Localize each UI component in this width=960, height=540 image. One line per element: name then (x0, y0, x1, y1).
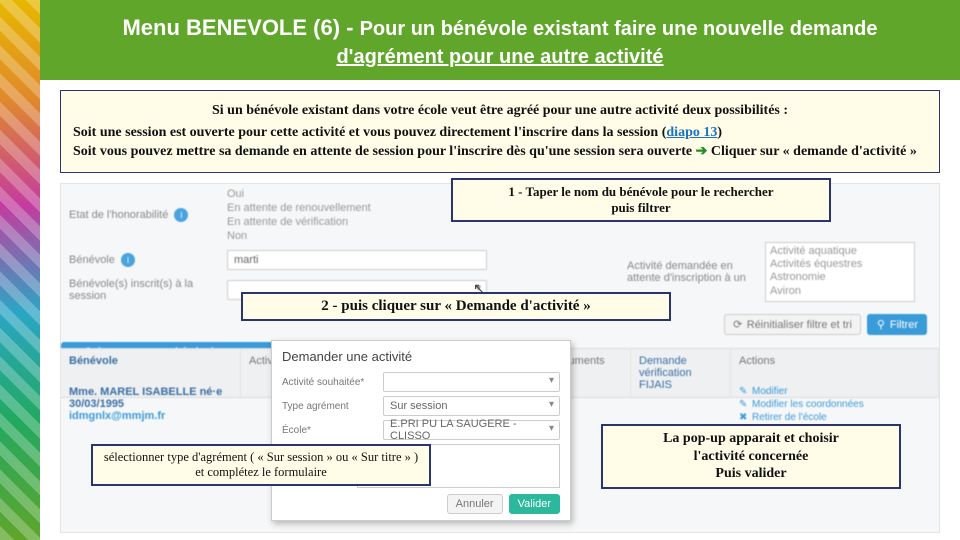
arrow-icon: ➔ (696, 144, 708, 159)
intro-lead: Si un bénévole existant dans votre école… (73, 103, 927, 119)
action-retire[interactable]: ✖Retirer de l'école (739, 412, 931, 423)
callout-step2: 2 - puis cliquer sur « Demande d'activit… (241, 292, 671, 321)
activite-label: Activité demandée en attente d'inscripti… (627, 260, 757, 284)
title-line1-prefix: Menu BENEVOLE (6) - (122, 15, 359, 40)
etat-label: Etat de l'honorabilité i (69, 208, 219, 222)
action-coords[interactable]: ✎Modifier les coordonnées (739, 399, 931, 410)
demande-activite-popup: Demander une activité Activité souhaitée… (271, 340, 571, 521)
callout-step1: 1 - Taper le nom du bénévole pour le rec… (451, 178, 831, 222)
right-filter-panel: Activité demandée en attente d'inscripti… (627, 242, 927, 308)
title-line2: d'agrément pour une autre activité (336, 46, 663, 68)
action-modify[interactable]: ✎Modifier (739, 386, 931, 397)
popup-school-label: École* (282, 425, 377, 436)
popup-cancel-button[interactable]: Annuler (447, 494, 503, 514)
slide-title: Menu BENEVOLE (6) - Pour un bénévole exi… (80, 14, 920, 70)
etat-options[interactable]: Oui En attente de renouvellement En atte… (227, 188, 371, 242)
reset-filter-button[interactable]: ⟳Réinitialiser filtre et tri (724, 314, 861, 335)
info-icon[interactable]: i (174, 208, 188, 222)
pencil-icon: ✎ (739, 399, 749, 410)
popup-activite-select[interactable] (383, 372, 560, 392)
title-line1-rest: Pour un bénévole existant faire une nouv… (360, 18, 878, 40)
callout-form-help: sélectionner type d'agrément ( « Sur ses… (91, 444, 431, 486)
intro-box: Si un bénévole existant dans votre école… (60, 90, 940, 173)
filter-toolbar: ⟳Réinitialiser filtre et tri ⚲Filtrer (724, 314, 927, 335)
main-area: Menu BENEVOLE (6) - Pour un bénévole exi… (40, 0, 960, 533)
popup-type-label: Type agrément (282, 401, 377, 412)
benevole-label: Bénévole i (69, 253, 219, 267)
popup-activite-label: Activité souhaitée* (282, 377, 377, 388)
activite-listbox[interactable]: Activité aquatique Activités équestres A… (765, 242, 915, 302)
popup-title: Demander une activité (282, 349, 560, 364)
slide-title-bar: Menu BENEVOLE (6) - Pour un bénévole exi… (40, 0, 960, 80)
filter-button[interactable]: ⚲Filtrer (867, 314, 927, 335)
pencil-icon: ✎ (739, 386, 749, 397)
session-label: Bénévole(s) inscrit(s) à la session (69, 278, 219, 302)
intro-option1: Soit une session est ouverte pour cette … (73, 125, 927, 141)
filter-icon: ⚲ (876, 318, 886, 331)
popup-school-select[interactable]: E.PRI PU LA SAUGERE - CLISSO (383, 420, 560, 440)
decorative-sidebar (0, 0, 40, 540)
intro-option2: Soit vous pouvez mettre sa demande en at… (73, 143, 927, 160)
diapo-link[interactable]: diapo 13 (666, 125, 717, 140)
callout-popup: La pop-up apparait et choisir l'activité… (601, 424, 901, 489)
app-screenshot: Etat de l'honorabilité i Oui En attente … (60, 183, 940, 533)
email-link[interactable]: idmgnlx@mmjm.fr (69, 410, 233, 422)
popup-type-select[interactable]: Sur session (383, 396, 560, 416)
reset-icon: ⟳ (733, 318, 743, 331)
popup-validate-button[interactable]: Valider (509, 494, 560, 514)
benevole-input[interactable]: marti (227, 250, 487, 270)
info-icon[interactable]: i (121, 253, 135, 267)
remove-icon: ✖ (739, 412, 749, 423)
